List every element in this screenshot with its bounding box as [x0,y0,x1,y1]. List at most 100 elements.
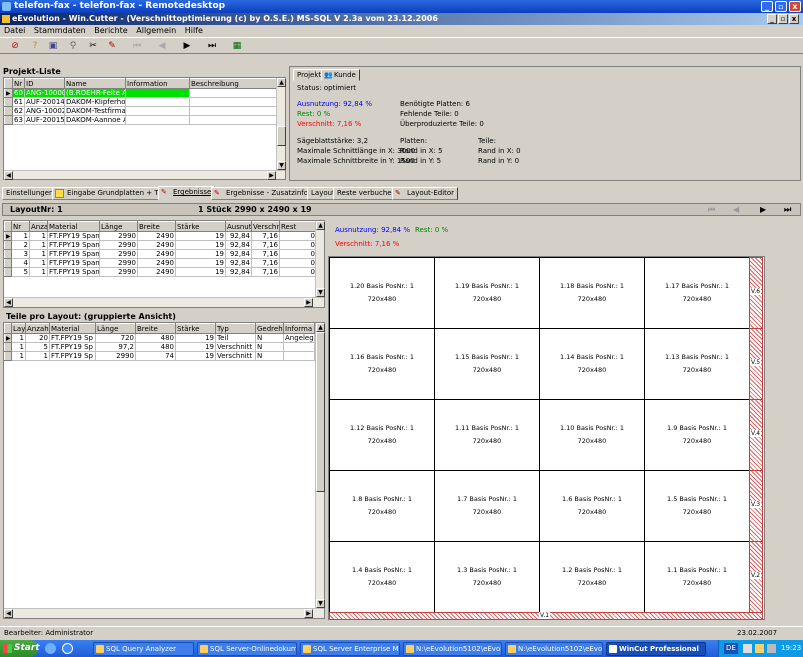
edit-icon[interactable]: ✎ [105,40,119,53]
layout-piece[interactable]: 1.19 Basis PosNr.: 1 720x480 [434,257,540,329]
scissors-icon[interactable]: ✂ [86,40,100,53]
projekt-vscroll[interactable]: ▲ ▼ [276,78,286,170]
stop-icon[interactable]: ⊘ [8,40,22,53]
scroll-up-icon[interactable]: ▲ [277,78,286,87]
scroll-right-icon[interactable]: ▶ [267,171,276,180]
scroll-up-icon[interactable]: ▲ [316,323,325,332]
col-verschn[interactable]: Verschn [251,221,280,232]
rdp-minimize-button[interactable]: _ [761,1,773,12]
layout-piece[interactable]: 1.4 Basis PosNr.: 1 720x480 [329,541,435,613]
layout-piece[interactable]: 1.13 Basis PosNr.: 1 720x480 [644,328,750,400]
menu-allgemein[interactable]: Allgemein [136,26,176,35]
col-anzahl[interactable]: Anzahl [29,221,48,232]
col-information[interactable]: Information [125,78,190,89]
task-folder-1[interactable]: N:\eEvolution5102\eEvol... [403,642,502,656]
tab-einstellungen[interactable]: Einstellungen [2,187,58,200]
col-staerke[interactable]: Stärke [175,221,226,232]
col-material[interactable]: Material [47,221,100,232]
tab-ergebnisse[interactable]: ✎ Ergebnisse [158,186,216,200]
layout-canvas[interactable]: 1.20 Basis PosNr.: 1 720x480 1.19 Basis Po… [328,256,765,620]
col-layout[interactable]: Layo [11,323,26,334]
layout-piece[interactable]: 1.20 Basis PosNr.: 1 720x480 [329,257,435,329]
prev-icon[interactable]: ◀ [155,40,169,53]
scroll-left-icon[interactable]: ◀ [4,609,13,618]
table-row[interactable]: 61 AUF-20014 DAKOM-Klipferholz [4,97,279,107]
language-indicator[interactable]: DE [724,643,738,654]
scroll-down-icon[interactable]: ▼ [277,161,286,170]
col-rest[interactable]: Rest [279,221,317,232]
volume-icon[interactable] [767,644,776,653]
layout-piece[interactable]: 1.15 Basis PosNr.: 1 720x480 [434,328,540,400]
layout-piece[interactable]: 1.7 Basis PosNr.: 1 720x480 [434,470,540,542]
col-laenge[interactable]: Länge [99,221,138,232]
col-anzahl[interactable]: Anzahl [25,323,50,334]
projekt-hscroll[interactable]: ◀ ▶ [4,170,285,180]
col-beschreibung[interactable]: Beschreibung [189,78,279,89]
table-row[interactable]: 62 ANG-10002 DAKOM-Testfirma-A [4,106,279,116]
layout-piece[interactable]: 1.5 Basis PosNr.: 1 720x480 [644,470,750,542]
task-sql-enterprise[interactable]: SQL Server Enterprise M... [300,642,400,656]
next-icon[interactable]: ▶ [180,40,194,53]
table-row[interactable]: ▶ 1 20 FT.FPY19 Sp 720 480 19 Teil N Angeleg [4,333,315,343]
col-name[interactable]: Name [64,78,126,89]
scroll-down-icon[interactable]: ▼ [316,599,325,608]
layout-vscroll[interactable]: ▲ ▼ [315,221,325,297]
menu-hilfe[interactable]: Hilfe [185,26,203,35]
col-id[interactable]: ID [24,78,65,89]
scroll-down-icon[interactable]: ▼ [316,288,325,297]
table-row[interactable]: 4 1 FT.FPY19 Spang 2990 2490 19 92,84 7,16 0 [4,258,317,268]
tab-layout-editor[interactable]: ✎ Layout-Editor [392,187,459,200]
layout-piece[interactable]: 1.3 Basis PosNr.: 1 720x480 [434,541,540,613]
layout-piece[interactable]: 1.17 Basis PosNr.: 1 720x480 [644,257,750,329]
col-laenge[interactable]: Länge [95,323,136,334]
network-icon[interactable] [743,644,752,653]
layout-piece[interactable]: 1.18 Basis PosNr.: 1 720x480 [539,257,645,329]
scroll-right-icon[interactable]: ▶ [304,298,313,307]
scroll-right-icon[interactable]: ▶ [304,609,313,618]
rdp-restore-button[interactable]: ▫ [775,1,787,12]
col-breite[interactable]: Breite [137,221,176,232]
table-row[interactable]: 63 AUF-20015 DAKOM-Aannoe A/ [4,115,279,125]
table-row[interactable]: 5 1 FT.FPY19 Spang 2990 2490 19 92,84 7,16 0 [4,267,317,277]
task-wincut[interactable]: WinCut Professional [606,642,706,656]
rdp-close-button[interactable]: x [789,1,801,12]
help-icon[interactable]: ? [28,40,42,53]
col-staerke[interactable]: Stärke [175,323,216,334]
menu-stammdaten[interactable]: Stammdaten [34,26,86,35]
layout-piece[interactable]: 1.9 Basis PosNr.: 1 720x480 [644,399,750,471]
menu-datei[interactable]: Datei [4,26,25,35]
task-sql-query-analyzer[interactable]: SQL Query Analyzer [93,642,194,656]
tab-eingabe[interactable]: Eingabe Grundplatten + Teile [52,187,174,200]
task-folder-2[interactable]: N:\eEvolution5102\eEvol... [505,642,603,656]
layout-piece[interactable]: 1.10 Basis PosNr.: 1 720x480 [539,399,645,471]
last-icon[interactable]: ⏭ [205,40,219,53]
app-restore-button[interactable]: ▫ [778,14,788,24]
col-gedreht[interactable]: Gedreht [255,323,284,334]
scroll-up-icon[interactable]: ▲ [316,221,325,230]
layout-piece[interactable]: 1.14 Basis PosNr.: 1 720x480 [539,328,645,400]
table-row[interactable]: 1 1 FT.FPY19 Sp 2990 74 19 Verschnitt N [4,351,315,361]
col-nr[interactable]: Nr [12,78,25,89]
layout-last-icon[interactable]: ⏭ [784,204,791,215]
col-ausnutz[interactable]: Ausnutz [225,221,252,232]
col-nr[interactable]: Nr [11,221,30,232]
first-icon[interactable]: ⏮ [130,40,144,53]
col-information[interactable]: Informa [283,323,315,334]
table-row[interactable]: ▶ 60 ANG-10000 (B.ROEHR-Feite Adi [4,88,279,98]
app-minimize-button[interactable]: _ [767,14,777,24]
layout-prev-icon[interactable]: ◀ [733,204,739,215]
desktop-icon[interactable] [45,643,56,654]
col-material[interactable]: Material [49,323,96,334]
layout-first-icon[interactable]: ⏮ [708,204,715,215]
tray-icon[interactable] [755,644,764,653]
layout-piece[interactable]: 1.16 Basis PosNr.: 1 720x480 [329,328,435,400]
layout-piece[interactable]: 1.2 Basis PosNr.: 1 720x480 [539,541,645,613]
teile-hscroll[interactable]: ◀ ▶ [4,608,324,618]
start-button[interactable]: Start [0,640,40,657]
teile-vscroll[interactable]: ▲ ▼ [315,323,325,608]
tab-ergebnisse-zusatzinfos[interactable]: ✎ Ergebnisse - Zusatzinfos [211,187,316,200]
menu-berichte[interactable]: Berichte [94,26,127,35]
table-row[interactable]: 3 1 FT.FPY19 Spang 2990 2490 19 92,84 7,16 0 [4,249,317,259]
layout-piece[interactable]: 1.6 Basis PosNr.: 1 720x480 [539,470,645,542]
layout-piece[interactable]: 1.11 Basis PosNr.: 1 720x480 [434,399,540,471]
